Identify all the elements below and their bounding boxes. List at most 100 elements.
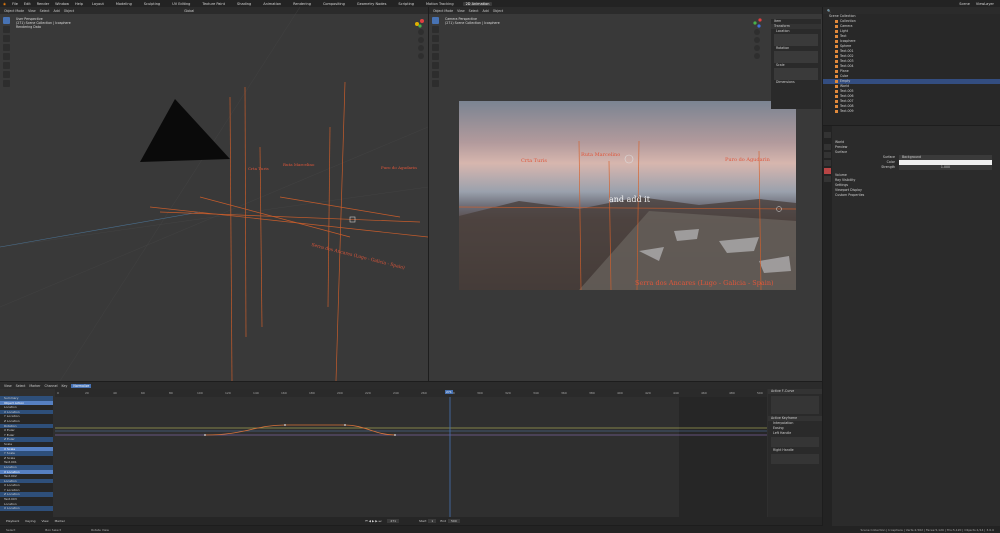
menu-window[interactable]: Window	[55, 2, 69, 6]
blender-logo-icon[interactable]: ◉	[3, 2, 6, 6]
rotation-fields[interactable]	[774, 51, 818, 63]
play-icon[interactable]: ▶	[372, 519, 374, 523]
tab-scripting[interactable]: Scripting	[395, 2, 417, 6]
scene-tab-icon[interactable]	[824, 160, 831, 166]
tab-modeling[interactable]: Modeling	[113, 2, 135, 6]
object-type-icon	[835, 99, 838, 103]
frame-ruler[interactable]: 0204060801001201401601802002202402602803…	[55, 389, 767, 397]
view-layer-selector[interactable]: ViewLayer	[976, 2, 994, 6]
right-handle-fields[interactable]	[771, 454, 819, 464]
sidepanel-dimensions: Dimensions	[776, 80, 795, 84]
frame-tick-label: 140	[253, 391, 259, 395]
frame-tick-label: 420	[645, 391, 651, 395]
transform-tool-icon[interactable]	[432, 62, 439, 69]
tab-motion-tracking[interactable]: Motion Tracking	[423, 2, 457, 6]
tab-2d-animation[interactable]: 2D Animation	[462, 1, 493, 6]
move-tool-icon[interactable]	[432, 35, 439, 42]
strength-field[interactable]: 1.000	[899, 165, 992, 170]
menu-marker[interactable]: Marker	[29, 384, 40, 388]
frame-tick-label: 220	[365, 391, 371, 395]
label-crta-turis: Crta Turis	[248, 166, 269, 171]
tab-uv-editing[interactable]: UV Editing	[169, 2, 193, 6]
fcurve-fields[interactable]	[771, 396, 819, 414]
ortho-grid-icon[interactable]	[754, 53, 760, 59]
left-handle-fields[interactable]	[771, 437, 819, 447]
outliner-row-label: World	[840, 84, 850, 88]
axis-gizmo-icon[interactable]	[752, 17, 762, 28]
menu-help[interactable]: Help	[75, 2, 83, 6]
menu-edit[interactable]: Edit	[24, 2, 31, 6]
scene-selector[interactable]: Scene	[959, 2, 970, 6]
menu-file[interactable]: File	[12, 2, 18, 6]
end-frame-field[interactable]: 500	[448, 519, 460, 523]
current-frame-indicator[interactable]: 271	[445, 390, 453, 394]
outliner-row-label: Text.005	[840, 89, 854, 93]
active-fcurve-section[interactable]: Active F-Curve	[768, 389, 822, 394]
tab-layout[interactable]: Layout	[89, 2, 107, 6]
outliner-search[interactable]: 🔍	[827, 9, 831, 13]
menu-select[interactable]: Select	[469, 9, 479, 13]
channel-row[interactable]: X Location	[0, 506, 53, 511]
object-type-icon	[835, 39, 838, 43]
tab-shading[interactable]: Shading	[234, 2, 254, 6]
menu-view[interactable]: View	[457, 9, 465, 13]
menu-select[interactable]: Select	[16, 384, 26, 388]
pan-hand-icon[interactable]	[754, 37, 760, 43]
frame-tick-label: 300	[477, 391, 483, 395]
left-3d-viewport[interactable]: Object Mode View Select Add Object Globa…	[0, 7, 428, 381]
jump-end-icon[interactable]: ⏭	[379, 519, 382, 523]
tab-compositing[interactable]: Compositing	[320, 2, 348, 6]
measure-tool-icon[interactable]	[432, 80, 439, 87]
location-fields[interactable]	[774, 34, 818, 46]
tab-animation[interactable]: Animation	[260, 2, 284, 6]
tab-rendering[interactable]: Rendering	[290, 2, 314, 6]
scale-fields[interactable]	[774, 68, 818, 80]
tab-texture-paint[interactable]: Texture Paint	[199, 2, 228, 6]
current-frame-field[interactable]: 271	[387, 519, 400, 523]
object-type-icon	[835, 104, 838, 108]
menu-object[interactable]: Object	[493, 9, 503, 13]
prev-key-icon[interactable]: ◀	[369, 519, 371, 523]
output-tab-icon[interactable]	[824, 152, 831, 158]
tab-sculpting[interactable]: Sculpting	[141, 2, 163, 6]
menu-add[interactable]: Add	[483, 9, 489, 13]
start-frame-field[interactable]: 1	[428, 519, 437, 523]
camera-view-frame: Crta Turis Ruta Marcelino Puro do Agudar…	[459, 101, 796, 290]
next-key-icon[interactable]: ▶	[375, 519, 377, 523]
playback-menu[interactable]: Playback	[6, 519, 19, 523]
menu-render[interactable]: Render	[37, 2, 49, 6]
left-viewport-scene	[0, 7, 428, 381]
object-type-icon	[835, 84, 838, 88]
mode-selector[interactable]: Object Mode	[433, 9, 453, 13]
scale-tool-icon[interactable]	[432, 53, 439, 60]
select-tool-icon[interactable]	[432, 17, 439, 24]
zoom-icon[interactable]	[754, 29, 760, 35]
outliner: 🔍 Scene Collection Collection Camera Light…	[823, 7, 1000, 125]
right-3d-viewport[interactable]: Object Mode View Select Add Object Camer…	[429, 7, 822, 381]
jump-start-icon[interactable]: ⏮	[365, 519, 368, 523]
graph-area[interactable]: 0204060801001201401601802002202402602803…	[55, 389, 767, 517]
world-tab-icon[interactable]	[824, 168, 831, 174]
outliner-row[interactable]: Text.009	[823, 109, 1000, 114]
outliner-row-label: Text.004	[840, 64, 854, 68]
tab-geometry-nodes[interactable]: Geometry Nodes	[354, 2, 390, 6]
camera-view-icon[interactable]	[754, 45, 760, 51]
object-tab-icon[interactable]	[824, 176, 831, 182]
annotate-tool-icon[interactable]	[432, 71, 439, 78]
frame-tick-label: 320	[505, 391, 511, 395]
tool-tab-icon[interactable]	[824, 132, 831, 138]
right-handle-label[interactable]: Right Handle	[768, 448, 822, 453]
left-handle-label[interactable]: Left Handle	[768, 431, 822, 436]
marker-menu[interactable]: Marker	[55, 519, 65, 523]
menu-channel[interactable]: Channel	[44, 384, 57, 388]
menu-key[interactable]: Key	[62, 384, 68, 388]
rotate-tool-icon[interactable]	[432, 44, 439, 51]
menu-view[interactable]: View	[4, 384, 12, 388]
keying-menu[interactable]: Keying	[25, 519, 35, 523]
normalize-toggle[interactable]: Normalize	[71, 383, 92, 388]
view-menu[interactable]: View	[41, 519, 48, 523]
cursor-tool-icon[interactable]	[432, 26, 439, 33]
section-custom-properties[interactable]: Custom Properties	[835, 193, 1000, 198]
render-tab-icon[interactable]	[824, 144, 831, 150]
toolbar	[432, 17, 439, 89]
